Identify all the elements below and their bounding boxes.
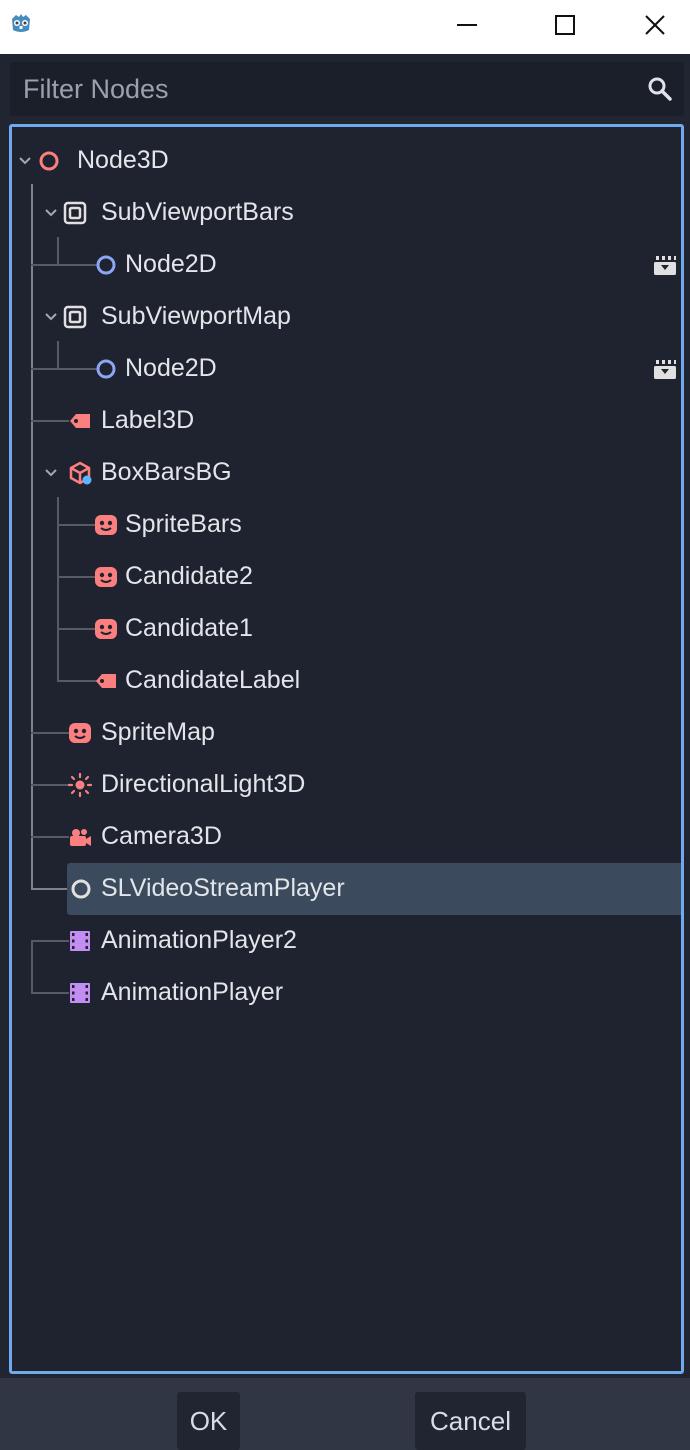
clapperboard-icon[interactable]: [651, 251, 679, 279]
clapperboard-icon[interactable]: [651, 355, 679, 383]
tree-row-subviewportbars[interactable]: SubViewportBars: [12, 187, 681, 239]
close-icon: [645, 15, 665, 35]
window-titlebar: [0, 0, 690, 54]
node-icon: [71, 879, 91, 899]
sprite3d-icon: [69, 723, 91, 743]
tree-row-label: AnimationPlayer2: [101, 926, 297, 954]
tree-row-label: SubViewportBars: [101, 198, 294, 226]
tree-row-label: AnimationPlayer: [101, 978, 284, 1006]
node2d-icon: [96, 255, 116, 275]
dialog-footer: OK Cancel: [0, 1378, 690, 1450]
tree-row-spritemap[interactable]: SpriteMap: [12, 707, 681, 759]
search-icon[interactable]: [646, 75, 674, 103]
tree-row-node2d[interactable]: Node2D: [12, 343, 681, 395]
tree-row-label: Node2D: [125, 354, 217, 382]
tree-row-label: SpriteMap: [101, 718, 215, 746]
chevron-down-icon[interactable]: [43, 465, 59, 481]
tree-row-slvideostreamplayer[interactable]: SLVideoStreamPlayer: [12, 863, 681, 915]
animation-player-icon: [70, 983, 90, 1003]
tree-row-label: SpriteBars: [125, 510, 242, 538]
close-button[interactable]: [620, 0, 690, 50]
godot-icon: [12, 14, 30, 32]
chevron-down-icon[interactable]: [43, 309, 59, 325]
tree-row-directionallight3d[interactable]: DirectionalLight3D: [12, 759, 681, 811]
label3d-icon: [70, 414, 90, 428]
sprite3d-icon: [95, 619, 117, 639]
chevron-down-icon[interactable]: [43, 205, 59, 221]
ok-button[interactable]: OK: [177, 1392, 240, 1450]
label3d-icon: [96, 674, 116, 688]
filter-nodes-input[interactable]: [10, 62, 630, 116]
sprite3d-icon: [95, 567, 117, 587]
chevron-down-icon[interactable]: [17, 153, 33, 169]
tree-row-label: BoxBarsBG: [101, 458, 232, 486]
tree-row-candidate2[interactable]: Candidate2: [12, 551, 681, 603]
node3d-icon: [39, 151, 59, 171]
tree-row-label: SLVideoStreamPlayer: [101, 874, 345, 902]
camera3d-icon: [70, 829, 91, 846]
tree-row-label: Candidate2: [125, 562, 253, 590]
subviewport-icon: [63, 305, 87, 329]
tree-row-label: CandidateLabel: [125, 666, 301, 694]
tree-row-label: Camera3D: [101, 822, 222, 850]
tree-row-boxbarsbg[interactable]: BoxBarsBG: [12, 447, 681, 499]
tree-row-label: SubViewportMap: [101, 302, 291, 330]
tree-row-label3d[interactable]: Label3D: [12, 395, 681, 447]
cancel-button[interactable]: Cancel: [415, 1392, 526, 1450]
tree-row-label: Node3D: [77, 146, 169, 174]
tree-row-label: DirectionalLight3D: [101, 770, 306, 798]
tree-row-node3d[interactable]: Node3D: [12, 135, 681, 187]
sprite3d-icon: [95, 515, 117, 535]
csgbox-icon: [69, 461, 92, 485]
maximize-icon: [555, 15, 575, 35]
tree-row-node2d[interactable]: Node2D: [12, 239, 681, 291]
node-tree: Node3D SubViewportBars Node2D SubViewpor…: [9, 124, 684, 1374]
tree-row-animationplayer[interactable]: AnimationPlayer: [12, 967, 681, 1019]
tree-row-label: Candidate1: [125, 614, 253, 642]
tree-row-candidatelabel[interactable]: CandidateLabel: [12, 655, 681, 707]
minimize-button[interactable]: [432, 0, 502, 50]
tree-row-spritebars[interactable]: SpriteBars: [12, 499, 681, 551]
animation-player-icon: [70, 931, 90, 951]
tree-row-camera3d[interactable]: Camera3D: [12, 811, 681, 863]
minimize-icon: [457, 24, 477, 26]
tree-row-animationplayer2[interactable]: AnimationPlayer2: [12, 915, 681, 967]
maximize-button[interactable]: [530, 0, 600, 50]
directional-light-icon: [67, 772, 93, 798]
tree-row-subviewportmap[interactable]: SubViewportMap: [12, 291, 681, 343]
filter-bar: [10, 62, 684, 116]
node2d-icon: [96, 359, 116, 379]
tree-row-candidate1[interactable]: Candidate1: [12, 603, 681, 655]
tree-row-label: Node2D: [125, 250, 217, 278]
tree-row-label: Label3D: [101, 406, 195, 434]
subviewport-icon: [63, 201, 87, 225]
